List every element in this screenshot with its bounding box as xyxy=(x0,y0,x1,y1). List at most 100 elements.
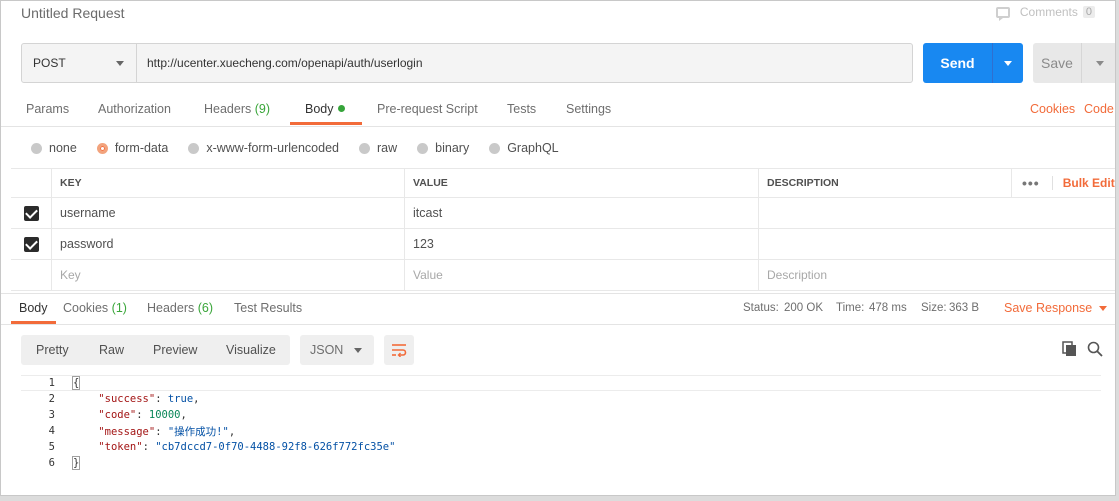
header-actions: ••• Bulk Edit xyxy=(1011,169,1115,197)
column-header-description: DESCRIPTION xyxy=(758,169,1011,197)
json-key: "code" xyxy=(98,409,137,421)
send-button[interactable]: Send xyxy=(923,43,992,83)
save-response-label: Save Response xyxy=(1004,301,1093,315)
response-tab-test-results[interactable]: Test Results xyxy=(234,301,302,315)
row-value[interactable]: itcast xyxy=(404,198,758,228)
wrap-lines-button[interactable] xyxy=(384,335,414,365)
tab-authorization[interactable]: Authorization xyxy=(98,102,171,116)
response-tab-body[interactable]: Body xyxy=(19,301,48,315)
new-description-input[interactable]: Description xyxy=(758,260,1011,290)
code-line: 4 "message": "操作成功!", xyxy=(21,423,1101,439)
send-dropdown-button[interactable] xyxy=(992,43,1023,83)
format-select[interactable]: JSON xyxy=(300,335,374,365)
size-value[interactable]: 363 B xyxy=(949,302,979,314)
row-checkbox[interactable] xyxy=(23,205,39,221)
code-line: 1 { xyxy=(21,375,1101,391)
json-value: true xyxy=(167,393,194,405)
row-actions xyxy=(1011,198,1115,228)
chevron-down-icon xyxy=(1095,60,1104,66)
comments-label: Comments xyxy=(1019,5,1078,19)
code-link[interactable]: Code xyxy=(1084,102,1114,116)
radio-circle-icon xyxy=(489,142,501,154)
more-options-icon[interactable]: ••• xyxy=(1022,175,1040,191)
tab-tests[interactable]: Tests xyxy=(507,102,536,116)
row-key[interactable]: username xyxy=(51,198,404,228)
chevron-down-icon xyxy=(1099,305,1108,311)
header-check-cell xyxy=(11,169,51,197)
radio-none-label: none xyxy=(49,141,77,155)
radio-raw[interactable]: raw xyxy=(359,141,397,155)
request-title[interactable]: Untitled Request xyxy=(21,5,125,21)
tab-headers[interactable]: Headers (9) xyxy=(204,102,270,116)
code-line: 3 "code": 10000, xyxy=(21,407,1101,423)
row-actions xyxy=(1011,260,1115,290)
tab-body[interactable]: Body xyxy=(305,102,345,116)
code-text: "token": "cb7dccd7-0f70-4488-92f8-626f77… xyxy=(98,441,396,453)
row-checkbox[interactable] xyxy=(23,236,39,252)
radio-graphql[interactable]: GraphQL xyxy=(489,141,559,155)
json-value: "操作成功!" xyxy=(167,425,229,438)
comments-button[interactable]: Comments 0 xyxy=(995,5,1095,21)
method-select[interactable]: POST xyxy=(22,44,137,82)
row-value[interactable]: 123 xyxy=(404,229,758,259)
response-body-editor[interactable]: 1 { 2 "success": true, 3 "code": 10000, … xyxy=(21,375,1111,491)
row-description[interactable] xyxy=(758,229,1011,259)
tab-params[interactable]: Params xyxy=(26,102,69,116)
line-number: 3 xyxy=(48,409,55,421)
save-dropdown-button[interactable] xyxy=(1081,43,1115,83)
view-mode-visualize[interactable]: Visualize xyxy=(226,343,276,357)
send-button-group: Send xyxy=(923,43,1023,83)
code-line: 6 } xyxy=(21,455,1101,471)
row-actions xyxy=(1011,229,1115,259)
title-row: Untitled Request Comments 0 xyxy=(1,1,1115,29)
radio-binary[interactable]: binary xyxy=(417,141,469,155)
save-button[interactable]: Save xyxy=(1033,43,1081,83)
time-value[interactable]: 478 ms xyxy=(869,302,907,314)
cookies-link[interactable]: Cookies xyxy=(1030,102,1075,116)
radio-form-data[interactable]: form-data xyxy=(96,141,169,155)
bulk-edit-link[interactable]: Bulk Edit xyxy=(1051,176,1115,190)
view-mode-preview[interactable]: Preview xyxy=(153,343,197,357)
postman-window: Untitled Request Comments 0 POST http://… xyxy=(0,0,1116,496)
body-type-radios: none form-data x-www-form-urlencoded raw… xyxy=(31,140,579,156)
tab-prerequest-script[interactable]: Pre-request Script xyxy=(377,102,478,116)
response-tab-cookies[interactable]: Cookies (1) xyxy=(63,301,127,315)
url-input[interactable]: http://ucenter.xuecheng.com/openapi/auth… xyxy=(137,44,912,82)
radio-form-data-label: form-data xyxy=(114,141,169,155)
response-tab-headers[interactable]: Headers (6) xyxy=(147,301,213,315)
column-header-key: KEY xyxy=(51,169,404,197)
radio-none[interactable]: none xyxy=(31,141,77,155)
code-line: 2 "success": true, xyxy=(21,391,1101,407)
copy-icon[interactable] xyxy=(1062,341,1077,357)
wrap-lines-icon xyxy=(392,344,407,357)
chevron-down-icon xyxy=(116,60,124,66)
search-icon[interactable] xyxy=(1087,341,1103,357)
new-value-input[interactable]: Value xyxy=(404,260,758,290)
row-key[interactable]: password xyxy=(51,229,404,259)
body-indicator-dot xyxy=(337,105,345,112)
save-response-button[interactable]: Save Response xyxy=(1004,301,1108,315)
code-text: "code": 10000, xyxy=(98,409,187,421)
json-key: "success" xyxy=(98,393,156,405)
response-active-tab-underline xyxy=(11,321,56,324)
table-row: username itcast xyxy=(11,198,1115,229)
new-key-input[interactable]: Key xyxy=(51,260,404,290)
row-checkbox-cell xyxy=(11,198,51,228)
tab-settings[interactable]: Settings xyxy=(566,102,611,116)
tab-body-label: Body xyxy=(305,102,334,116)
code-text: { xyxy=(71,376,81,390)
radio-urlencoded-label: x-www-form-urlencoded xyxy=(206,141,339,155)
line-number: 2 xyxy=(48,393,55,405)
radio-urlencoded[interactable]: x-www-form-urlencoded xyxy=(188,141,339,155)
view-mode-pretty[interactable]: Pretty xyxy=(36,343,69,357)
view-mode-raw[interactable]: Raw xyxy=(99,343,124,357)
row-description[interactable] xyxy=(758,198,1011,228)
json-key: "message" xyxy=(98,425,156,438)
line-number: 4 xyxy=(48,425,55,437)
status-value[interactable]: 200 OK xyxy=(784,302,823,314)
tab-headers-label: Headers xyxy=(204,102,252,116)
request-tabs: Params Authorization Headers (9) Body Pr… xyxy=(1,94,1115,127)
request-bar: POST http://ucenter.xuecheng.com/openapi… xyxy=(21,43,913,83)
json-value: "cb7dccd7-0f70-4488-92f8-626f772fc35e" xyxy=(155,441,396,453)
response-headers-count: (6) xyxy=(197,301,214,315)
